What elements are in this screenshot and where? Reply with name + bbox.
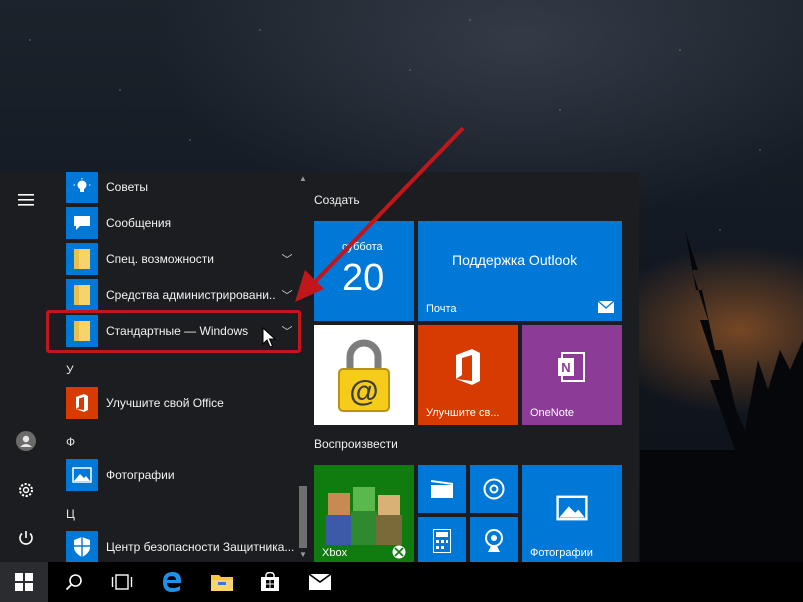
app-label: Средства администрировани...: [106, 288, 276, 302]
settings-gear-icon[interactable]: [12, 476, 40, 504]
chevron-down-icon[interactable]: ﹀: [276, 287, 298, 303]
app-item-photos[interactable]: Фотографии: [52, 457, 298, 493]
store-button[interactable]: [246, 562, 294, 602]
app-item-windows-accessories-folder[interactable]: Стандартные — Windows ﹀: [52, 313, 298, 349]
app-item-defender[interactable]: Центр безопасности Защитника...: [52, 529, 298, 562]
lightbulb-icon: [66, 172, 98, 203]
calendar-day: суббота: [342, 241, 383, 253]
film-icon: [431, 480, 453, 498]
webcam-icon: [485, 529, 503, 552]
office-icon: [456, 349, 480, 385]
app-list-scrollbar[interactable]: ▲ ▼: [298, 172, 308, 562]
section-letter-f[interactable]: Ф: [66, 435, 75, 449]
section-letter-ts[interactable]: Ц: [66, 507, 75, 521]
app-item-messages[interactable]: Сообщения: [52, 205, 298, 241]
tile-label: Почта: [426, 303, 457, 315]
app-label: Центр безопасности Защитника...: [106, 540, 295, 554]
xbox-logo-icon: [392, 545, 406, 559]
tile-onenote[interactable]: N OneNote: [522, 325, 622, 425]
tile-movies[interactable]: [418, 465, 466, 513]
start-left-bar: [0, 172, 52, 562]
section-letter-u[interactable]: У: [66, 363, 74, 377]
tile-label: Xbox: [322, 547, 348, 559]
tile-calculator[interactable]: [418, 517, 466, 565]
mail-button[interactable]: [296, 562, 344, 602]
app-item-admin-tools-folder[interactable]: Средства администрировани... ﹀: [52, 277, 298, 313]
app-item-get-office[interactable]: Улучшите свой Office: [52, 385, 298, 421]
edge-icon: [163, 572, 181, 592]
envelope-icon: [598, 301, 614, 313]
shield-icon: [66, 531, 98, 562]
scroll-up-icon[interactable]: ▲: [298, 174, 308, 183]
office-icon: [66, 387, 98, 419]
task-view-icon: [111, 574, 133, 590]
tile-label: Фотографии: [530, 547, 593, 559]
photos-icon: [556, 495, 588, 521]
disc-icon: [483, 478, 505, 500]
app-label: Советы: [106, 180, 148, 194]
chevron-down-icon[interactable]: ﹀: [276, 323, 298, 339]
folder-icon: [66, 315, 98, 347]
tile-keeper[interactable]: @: [314, 325, 414, 425]
user-avatar-icon[interactable]: [12, 427, 40, 455]
app-label: Сообщения: [106, 216, 172, 230]
tile-xbox[interactable]: Xbox: [314, 465, 414, 565]
app-item-tips[interactable]: Советы: [52, 172, 298, 205]
folder-icon: [211, 575, 233, 591]
tile-label: Улучшите св...: [426, 407, 500, 419]
tile-calendar[interactable]: суббота 20: [314, 221, 414, 321]
tile-group-create[interactable]: Создать: [314, 193, 360, 207]
tile-photos[interactable]: Фотографии: [522, 465, 622, 565]
search-icon: [65, 574, 82, 591]
app-label: Улучшите свой Office: [106, 396, 224, 410]
app-item-accessibility-folder[interactable]: Спец. возможности ﹀: [52, 241, 298, 277]
tree-silhouettes: [640, 230, 803, 570]
app-label: Спец. возможности: [106, 252, 214, 266]
onenote-icon: N: [558, 352, 585, 382]
calendar-date: 20: [342, 257, 385, 299]
power-icon[interactable]: [12, 524, 40, 552]
app-label: Фотографии: [106, 468, 175, 482]
store-bag-icon: [261, 572, 279, 591]
folder-icon: [66, 243, 98, 275]
tile-group-play[interactable]: Воспроизвести: [314, 437, 398, 451]
tile-groove[interactable]: [470, 465, 518, 513]
photos-icon: [66, 459, 98, 491]
svg-text:@: @: [349, 375, 378, 408]
folder-icon: [66, 279, 98, 311]
hamburger-icon[interactable]: [12, 186, 40, 214]
svg-text:N: N: [561, 360, 570, 375]
app-label: Стандартные — Windows: [106, 324, 249, 338]
padlock-icon: @: [338, 339, 390, 412]
edge-button[interactable]: [148, 562, 196, 602]
search-button[interactable]: [50, 562, 98, 602]
taskbar: [0, 562, 803, 602]
xbox-avatars-image: [326, 487, 402, 545]
scroll-down-icon[interactable]: ▼: [298, 550, 308, 559]
start-button[interactable]: [0, 562, 48, 602]
file-explorer-button[interactable]: [198, 562, 246, 602]
mail-title: Поддержка Outlook: [452, 252, 578, 268]
envelope-icon: [309, 574, 331, 590]
start-menu: Советы Сообщения Спец. возможности ﹀ Сре…: [0, 172, 639, 565]
chevron-down-icon[interactable]: ﹀: [276, 251, 298, 267]
task-view-button[interactable]: [98, 562, 146, 602]
message-icon: [66, 207, 98, 239]
tile-mail[interactable]: Поддержка Outlook Почта: [418, 221, 622, 321]
tile-camera[interactable]: [470, 517, 518, 565]
scroll-thumb[interactable]: [299, 486, 307, 548]
tile-get-office[interactable]: Улучшите св...: [418, 325, 518, 425]
app-list: Советы Сообщения Спец. возможности ﹀ Сре…: [52, 172, 298, 562]
calculator-icon: [433, 529, 451, 553]
windows-logo-icon: [15, 573, 33, 591]
tile-label: OneNote: [530, 407, 575, 419]
